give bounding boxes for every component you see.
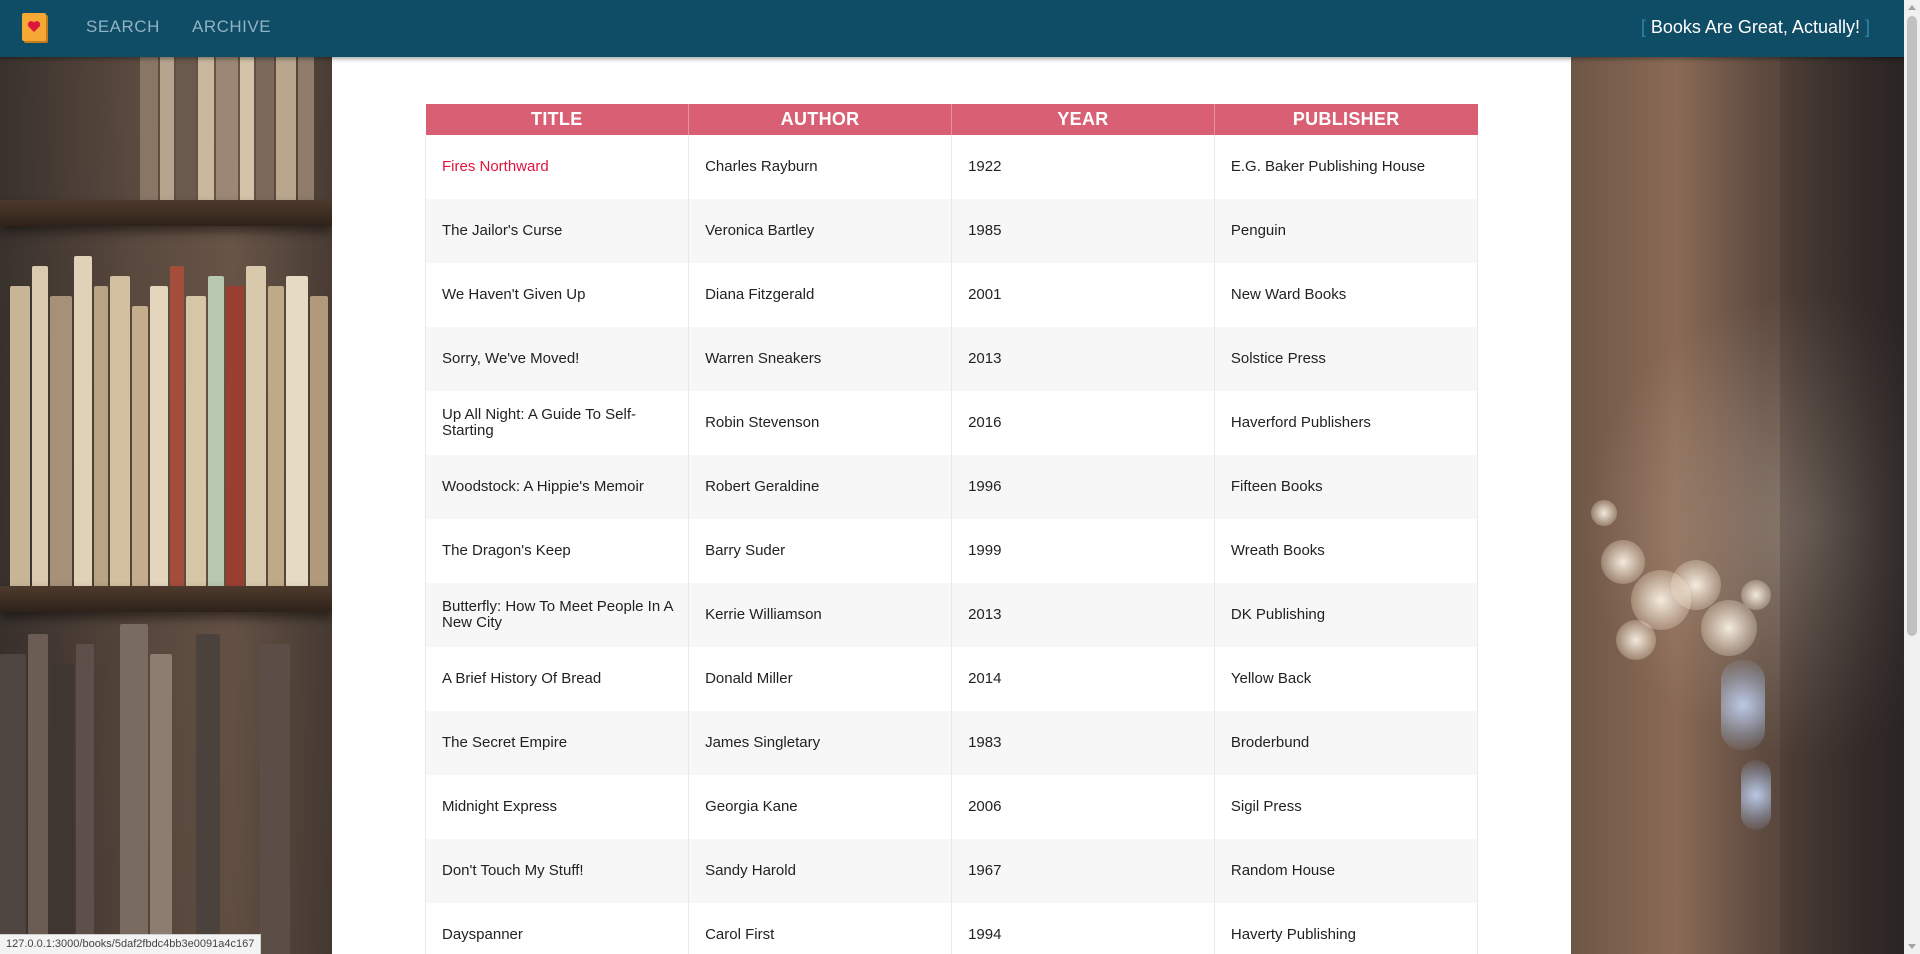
author-cell: Robin Stevenson [688,391,953,455]
author-cell: Georgia Kane [688,775,953,839]
year-cell: 1994 [951,903,1215,954]
table-row: We Haven't Given Up Diana Fitzgerald 2001 N… [424,263,1479,327]
book-title-link[interactable]: Woodstock: A Hippie's Memoir [442,478,644,495]
author-cell: Charles Rayburn [688,135,953,199]
main-content: TITLE AUTHOR YEAR PUBLISHER Fires Northw… [332,57,1571,954]
year-cell: 1967 [951,839,1215,903]
publisher-cell: Haverty Publishing [1214,903,1479,954]
author-cell: James Singletary [688,711,953,775]
publisher-cell: Penguin [1214,199,1479,263]
table-row: Butterfly: How To Meet People In A New C… [424,583,1479,647]
year-cell: 2013 [951,583,1215,647]
brand-tagline: [ Books Are Great, Actually! ] [1641,17,1870,38]
year-cell: 1985 [951,199,1215,263]
table-row: Woodstock: A Hippie's Memoir Robert Geral… [424,455,1479,519]
scroll-thumb[interactable] [1907,16,1917,636]
brand-close-bracket: ] [1864,17,1870,37]
page-scrollbar[interactable] [1904,0,1920,954]
author-cell: Diana Fitzgerald [688,263,953,327]
link-status-url: 127.0.0.1:3000/books/5daf2fbdc4bb3e0091a… [0,934,262,954]
book-title-link[interactable]: The Secret Empire [442,734,567,751]
column-header-title[interactable]: TITLE [425,104,689,135]
book-title-link[interactable]: We Haven't Given Up [442,286,585,303]
title-cell: Woodstock: A Hippie's Memoir [424,455,690,519]
title-cell: Sorry, We've Moved! [424,327,690,391]
table-row: Midnight Express Georgia Kane 2006 Sigil Pr… [424,775,1479,839]
publisher-cell: DK Publishing [1214,583,1479,647]
heart-book-icon[interactable] [22,13,46,41]
author-cell: Barry Suder [688,519,953,583]
brand-open-bracket: [ [1640,17,1646,37]
publisher-cell: Yellow Back [1214,647,1479,711]
table-row: The Dragon's Keep Barry Suder 1999 Wreath B… [424,519,1479,583]
title-cell: Don't Touch My Stuff! [424,839,690,903]
author-cell: Carol First [688,903,953,954]
publisher-cell: Haverford Publishers [1214,391,1479,455]
book-title-link[interactable]: Sorry, We've Moved! [442,350,579,367]
book-title-link[interactable]: The Jailor's Curse [442,222,562,239]
top-navbar: SEARCH ARCHIVE [ Books Are Great, Actual… [0,0,1904,57]
author-cell: Kerrie Williamson [688,583,953,647]
publisher-cell: Wreath Books [1214,519,1479,583]
author-cell: Warren Sneakers [688,327,953,391]
bookshelf-left [0,0,332,954]
brand-text: Books Are Great, Actually! [1650,17,1860,37]
column-header-author[interactable]: AUTHOR [688,104,952,135]
title-cell: The Secret Empire [424,711,690,775]
publisher-cell: Solstice Press [1214,327,1479,391]
title-cell: We Haven't Given Up [424,263,690,327]
publisher-cell: New Ward Books [1214,263,1479,327]
book-title-link[interactable]: Butterfly: How To Meet People In A New C… [442,598,673,631]
author-cell: Robert Geraldine [688,455,953,519]
year-cell: 1999 [951,519,1215,583]
book-title-link[interactable]: Fires Northward [442,158,549,175]
book-title-link[interactable]: Up All Night: A Guide To Self-Starting [442,406,636,439]
nav-search-link[interactable]: SEARCH [86,17,160,37]
year-cell: 1983 [951,711,1215,775]
publisher-cell: Random House [1214,839,1479,903]
scroll-up-icon[interactable] [1908,5,1916,10]
title-cell: Butterfly: How To Meet People In A New C… [424,583,690,647]
book-title-link[interactable]: Don't Touch My Stuff! [442,862,584,879]
book-title-link[interactable]: The Dragon's Keep [442,542,571,559]
title-cell: Up All Night: A Guide To Self-Starting [424,391,690,455]
scroll-down-icon[interactable] [1908,944,1916,949]
year-cell: 2013 [951,327,1215,391]
author-cell: Veronica Bartley [688,199,953,263]
table-row: Don't Touch My Stuff! Sandy Harold 1967 Ran… [424,839,1479,903]
year-cell: 2001 [951,263,1215,327]
publisher-cell: E.G. Baker Publishing House [1214,135,1479,199]
year-cell: 2014 [951,647,1215,711]
title-cell: A Brief History Of Bread [424,647,690,711]
year-cell: 1922 [951,135,1215,199]
nav-archive-link[interactable]: ARCHIVE [192,17,271,37]
year-cell: 1996 [951,455,1215,519]
table-row: Up All Night: A Guide To Self-Starting Ro… [424,391,1479,455]
table-row: Dayspanner Carol First 1994 Haverty Publish… [424,903,1479,954]
author-cell: Sandy Harold [688,839,953,903]
year-cell: 2006 [951,775,1215,839]
book-title-link[interactable]: Dayspanner [442,926,523,943]
table-row: A Brief History Of Bread Donald Miller 201… [424,647,1479,711]
book-title-link[interactable]: Midnight Express [442,798,557,815]
title-cell: The Dragon's Keep [424,519,690,583]
publisher-cell: Broderbund [1214,711,1479,775]
author-cell: Donald Miller [688,647,953,711]
column-header-year[interactable]: YEAR [951,104,1215,135]
publisher-cell: Sigil Press [1214,775,1479,839]
table-header-row: TITLE AUTHOR YEAR PUBLISHER [425,104,1478,135]
column-header-publisher[interactable]: PUBLISHER [1213,104,1478,135]
table-row: The Jailor's Curse Veronica Bartley 1985 Pe… [424,199,1479,263]
title-cell: Dayspanner [424,903,690,954]
year-cell: 2016 [951,391,1215,455]
title-cell: The Jailor's Curse [424,199,690,263]
table-row: Sorry, We've Moved! Warren Sneakers 2013 So… [424,327,1479,391]
title-cell: Midnight Express [424,775,690,839]
publisher-cell: Fifteen Books [1214,455,1479,519]
title-cell: Fires Northward [424,135,690,199]
books-table: TITLE AUTHOR YEAR PUBLISHER Fires Northw… [424,104,1479,954]
table-row: Fires Northward Charles Rayburn 1922 E.G. B… [424,135,1479,199]
book-title-link[interactable]: A Brief History Of Bread [442,670,601,687]
table-row: The Secret Empire James Singletary 1983 Bro… [424,711,1479,775]
